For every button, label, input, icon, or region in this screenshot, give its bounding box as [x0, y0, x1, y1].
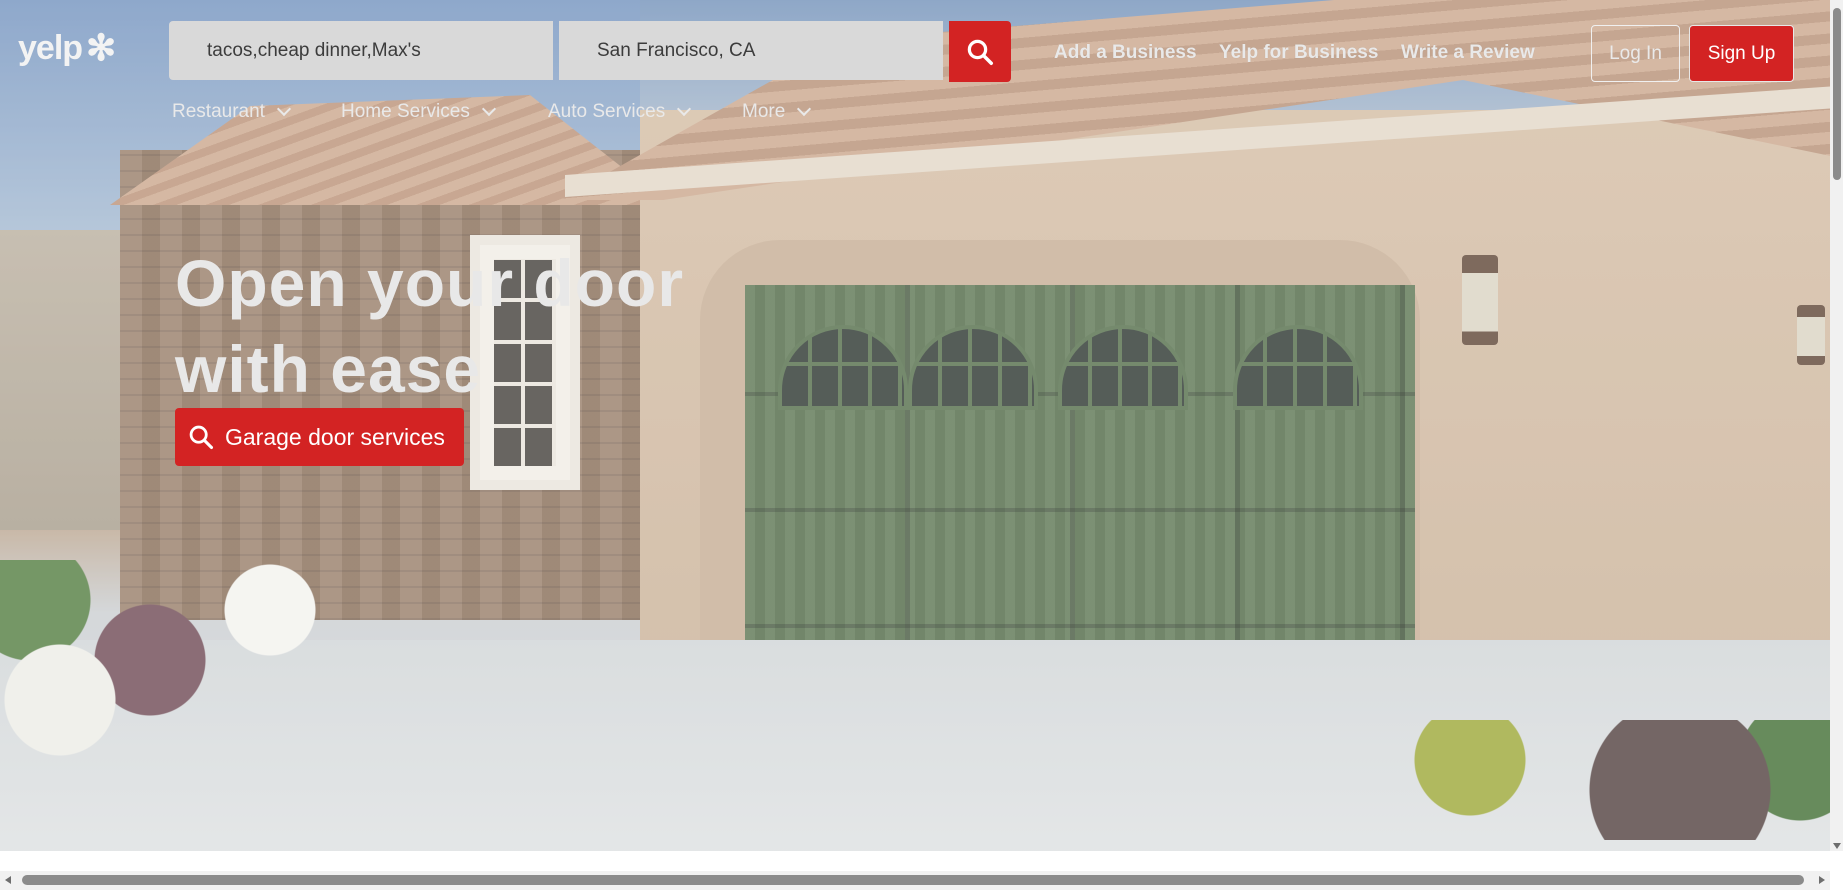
nav-item-home-services[interactable]: Home Services: [341, 100, 496, 124]
yelp-logo[interactable]: yelp ✻: [18, 27, 116, 68]
scroll-down-arrow-icon[interactable]: [1833, 843, 1841, 849]
vertical-scrollbar[interactable]: [1830, 0, 1843, 851]
write-review-link[interactable]: Write a Review: [1401, 42, 1535, 64]
vertical-scroll-thumb[interactable]: [1833, 8, 1841, 180]
cta-label: Garage door services: [225, 423, 445, 450]
chevron-down-icon: [481, 101, 496, 117]
nav-item-more[interactable]: More: [742, 100, 812, 124]
yelp-burst-icon: ✻: [86, 27, 116, 68]
login-button[interactable]: Log In: [1591, 25, 1680, 82]
search-icon: [967, 39, 993, 65]
login-label: Log In: [1609, 42, 1662, 64]
nav-item-label: Restaurant: [172, 101, 265, 122]
scroll-right-arrow-icon[interactable]: [1819, 876, 1825, 884]
nav-item-label: More: [742, 101, 786, 122]
chevron-down-icon: [677, 101, 692, 117]
near-input[interactable]: [595, 38, 943, 63]
page-viewport: yelp ✻ Add a Business Yelp for Business …: [0, 0, 1830, 851]
nav-item-auto-services[interactable]: Auto Services: [548, 100, 692, 124]
search-button[interactable]: [949, 21, 1011, 82]
nav-item-restaurant[interactable]: Restaurant: [172, 100, 292, 124]
signup-button[interactable]: Sign Up: [1689, 25, 1794, 82]
hero-headline: Open your door with ease: [175, 240, 735, 412]
logo-text: yelp: [18, 28, 83, 67]
garage-door-services-button[interactable]: Garage door services: [175, 408, 464, 466]
add-business-link[interactable]: Add a Business: [1054, 42, 1197, 64]
yelp-for-business-link[interactable]: Yelp for Business: [1219, 42, 1378, 64]
headline-line-1: Open your door: [175, 246, 684, 320]
nav-item-label: Auto Services: [548, 101, 666, 122]
horizontal-scrollbar[interactable]: [0, 871, 1830, 890]
headline-line-2: with ease: [175, 332, 482, 406]
chevron-down-icon: [276, 101, 292, 117]
signup-label: Sign Up: [1707, 42, 1776, 64]
nav-item-label: Home Services: [341, 101, 470, 122]
search-icon: [189, 425, 214, 450]
near-field-container[interactable]: [559, 21, 943, 80]
chevron-down-icon: [797, 101, 812, 117]
find-field-container[interactable]: [169, 21, 553, 80]
horizontal-scroll-thumb[interactable]: [22, 875, 1804, 885]
find-input[interactable]: [205, 38, 553, 63]
scroll-left-arrow-icon[interactable]: [5, 876, 11, 884]
